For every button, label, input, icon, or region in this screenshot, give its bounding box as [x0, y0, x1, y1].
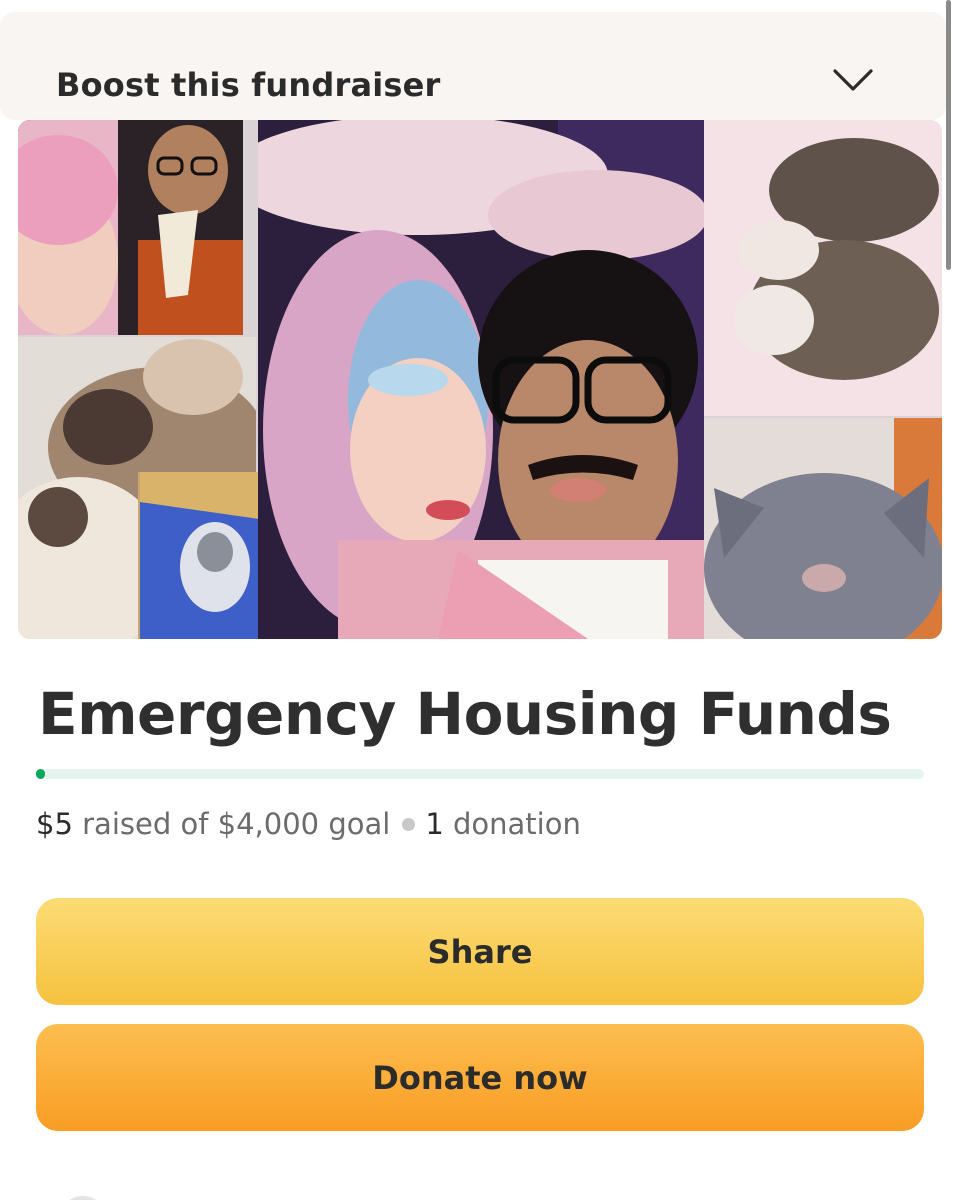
donate-now-button[interactable]: Donate now [36, 1024, 924, 1131]
chevron-down-icon[interactable] [832, 66, 874, 94]
share-button[interactable]: Share [36, 898, 924, 1005]
donation-label: donation [452, 807, 581, 841]
photo-friends-selfie [18, 120, 243, 335]
progress-bar [36, 769, 924, 779]
avatar [58, 1196, 108, 1200]
photo-couple [258, 120, 704, 639]
boost-panel[interactable]: Boost this fundraiser [0, 12, 946, 120]
goal-label: goal [328, 807, 391, 841]
separator-dot [402, 817, 416, 831]
share-button-label: Share [427, 932, 533, 971]
raised-label: raised of [82, 807, 209, 841]
fundraiser-photo-collage [18, 120, 942, 639]
photo-grey-cat-face [704, 418, 942, 639]
goal-amount: $4,000 [217, 807, 320, 841]
boost-title: Boost this fundraiser [56, 66, 441, 104]
raised-amount: $5 [36, 807, 73, 841]
fundraiser-title: Emergency Housing Funds [38, 680, 892, 748]
organizer-section-cutoff [0, 1170, 960, 1200]
photo-sleeping-cat [704, 120, 942, 416]
donate-button-label: Donate now [372, 1058, 588, 1097]
progress-bar-fill [36, 769, 45, 779]
fundraiser-stats: $5 raised of $4,000 goal 1 donation [36, 807, 581, 841]
donation-count: 1 [425, 807, 444, 841]
scrollbar[interactable] [946, 0, 951, 270]
